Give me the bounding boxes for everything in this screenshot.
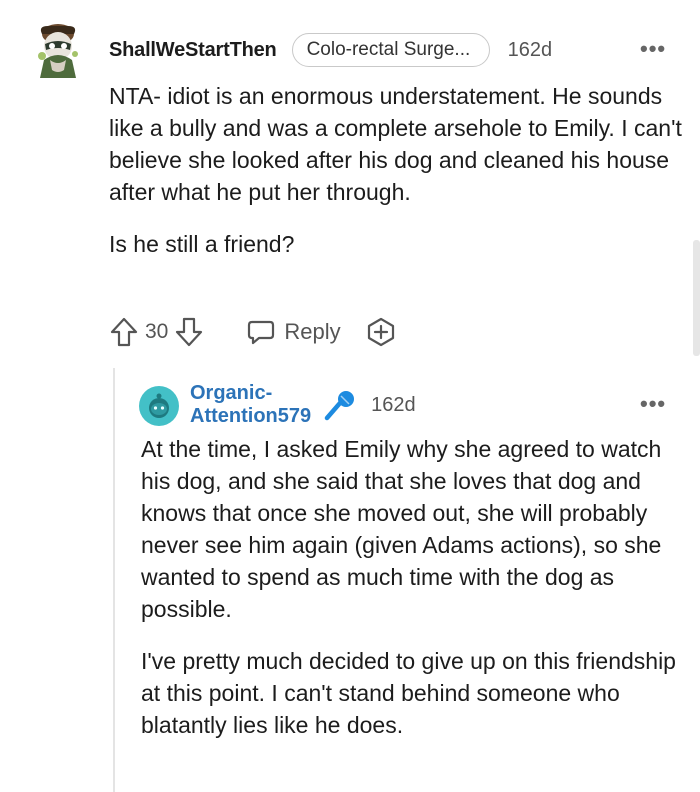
comment-username[interactable]: ShallWeStartThen bbox=[109, 39, 277, 62]
downvote-arrow-icon[interactable] bbox=[174, 316, 204, 348]
reply-paragraph: I've pretty much decided to give up on t… bbox=[141, 648, 676, 738]
user-avatar[interactable] bbox=[30, 20, 86, 78]
reply-username[interactable]: Organic-Attention579 bbox=[190, 382, 311, 428]
comment-header: ShallWeStartThen Colo-rectal Surge... 16… bbox=[109, 32, 552, 68]
comment-actions: 30 Reply bbox=[109, 312, 397, 352]
speech-bubble-icon bbox=[246, 317, 276, 347]
comment-age: 162d bbox=[507, 38, 553, 61]
reply-age: 162d bbox=[371, 393, 416, 416]
microphone-icon bbox=[323, 388, 357, 422]
reply-body: At the time, I asked Emily why she agree… bbox=[141, 433, 686, 741]
reply-paragraph: At the time, I asked Emily why she agree… bbox=[141, 436, 662, 622]
comment-paragraph: NTA- idiot is an enormous understatement… bbox=[109, 83, 682, 205]
reply-button[interactable]: Reply bbox=[246, 317, 341, 347]
thread-line[interactable] bbox=[113, 368, 115, 792]
reply-label: Reply bbox=[284, 319, 341, 344]
award-plus-icon[interactable] bbox=[365, 316, 397, 348]
comment-more-options-button[interactable]: ••• bbox=[640, 36, 666, 62]
user-flair: Colo-rectal Surge... bbox=[291, 33, 490, 67]
vote-count: 30 bbox=[145, 320, 169, 343]
reply-header: Organic-Attention579 162d bbox=[190, 382, 416, 427]
comment-paragraph: Is he still a friend? bbox=[109, 231, 295, 257]
reply-more-options-button[interactable]: ••• bbox=[640, 391, 666, 417]
comment-body: NTA- idiot is an enormous understatement… bbox=[109, 80, 684, 260]
upvote-arrow-icon[interactable] bbox=[109, 316, 139, 348]
scrollbar[interactable] bbox=[693, 240, 700, 356]
reply-user-avatar[interactable] bbox=[139, 386, 179, 426]
